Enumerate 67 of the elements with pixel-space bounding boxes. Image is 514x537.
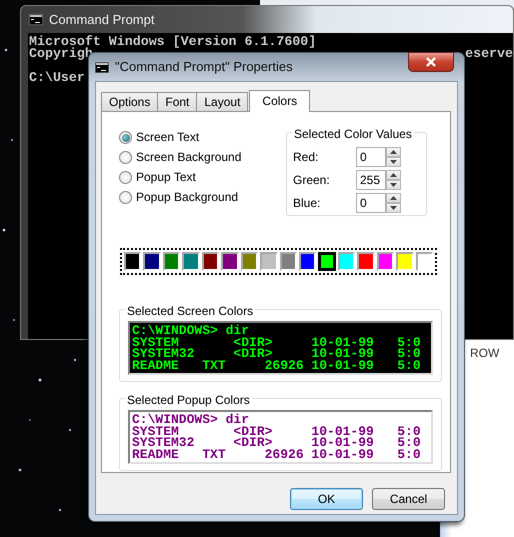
color-swatch[interactable] xyxy=(280,252,297,271)
color-swatch[interactable] xyxy=(318,252,336,271)
preview-text: SYSTEM <DIR> 10-01-99 5:0 xyxy=(132,426,422,437)
radio-button[interactable] xyxy=(119,171,132,184)
radio-label[interactable]: Popup Background xyxy=(136,191,238,204)
preview-text: README TXT 26926 10-01-99 5:0 xyxy=(132,448,422,460)
up-arrow-icon xyxy=(390,150,397,154)
color-swatch[interactable] xyxy=(396,252,414,271)
color-swatch[interactable] xyxy=(416,252,434,271)
color-swatch[interactable] xyxy=(260,252,278,271)
spin-up-button[interactable] xyxy=(386,170,401,180)
spin-down-button[interactable] xyxy=(386,202,401,212)
preview-text: SYSTEM <DIR> 10-01-99 5:0 xyxy=(132,336,422,348)
tab[interactable]: Layout xyxy=(196,92,248,111)
field-label: Blue: xyxy=(293,194,322,212)
dialog-button[interactable]: Cancel xyxy=(372,488,445,510)
spin-down-button[interactable] xyxy=(386,180,401,190)
number-field[interactable]: 255 xyxy=(356,170,386,190)
preview-text: SYSTEM32 <DIR> 10-01-99 5:0 xyxy=(132,437,422,448)
color-swatch[interactable] xyxy=(143,252,161,271)
radio-label[interactable]: Screen Text xyxy=(136,131,200,144)
color-swatch[interactable] xyxy=(298,252,316,271)
terminal-icon xyxy=(29,14,43,25)
up-arrow-icon xyxy=(390,172,397,176)
preview-text: SYSTEM32 <DIR> 10-01-99 5:0 xyxy=(132,348,422,360)
down-arrow-icon xyxy=(390,206,397,210)
color-swatch[interactable] xyxy=(162,252,180,271)
field-label: Green: xyxy=(293,172,331,188)
number-field[interactable]: 0 xyxy=(356,146,386,166)
preview-text: C:\WINDOWS> dir xyxy=(132,325,250,336)
window-title: "Command Prompt" Properties xyxy=(115,58,293,76)
color-swatch[interactable] xyxy=(182,252,200,271)
radio-button[interactable] xyxy=(119,131,132,144)
spin-down-button[interactable] xyxy=(386,156,401,166)
down-arrow-icon xyxy=(390,160,397,164)
number-field[interactable]: 0 xyxy=(356,192,386,212)
color-swatch[interactable] xyxy=(221,252,239,271)
tab[interactable]: Options xyxy=(101,92,158,111)
dialog-button[interactable]: OK xyxy=(290,488,363,510)
spin-up-button[interactable] xyxy=(386,146,401,156)
preview-text: C:\WINDOWS> dir xyxy=(132,414,250,426)
window-text: ROW xyxy=(470,345,500,362)
color-swatch[interactable] xyxy=(124,252,142,271)
color-swatch[interactable] xyxy=(357,252,375,271)
tab[interactable]: Colors xyxy=(249,90,310,112)
close-icon xyxy=(425,57,437,67)
preview-text: README TXT 26926 10-01-99 5:0 xyxy=(132,360,422,371)
radio-button[interactable] xyxy=(119,191,132,204)
console-text: Microsoft Windows [Version 6.1.7600] xyxy=(29,36,316,48)
terminal-icon xyxy=(95,62,109,72)
color-swatch[interactable] xyxy=(240,252,258,271)
down-arrow-icon xyxy=(390,182,397,186)
field-label: Red: xyxy=(293,148,320,166)
console-text: eserve xyxy=(465,48,513,60)
radio-label[interactable]: Popup Text xyxy=(136,171,196,184)
radio-button[interactable] xyxy=(119,151,132,164)
tab[interactable]: Font xyxy=(157,92,198,111)
radio-label[interactable]: Screen Background xyxy=(136,151,242,164)
color-swatch[interactable] xyxy=(376,252,394,271)
spin-up-button[interactable] xyxy=(386,192,401,202)
up-arrow-icon xyxy=(390,196,397,200)
console-text: Copyrigh xyxy=(29,48,93,60)
color-swatch[interactable] xyxy=(338,252,356,271)
close-button[interactable] xyxy=(408,52,454,72)
window-title: Command Prompt xyxy=(49,10,154,29)
console-text: C:\User xyxy=(29,72,85,84)
color-swatch[interactable] xyxy=(202,252,220,271)
